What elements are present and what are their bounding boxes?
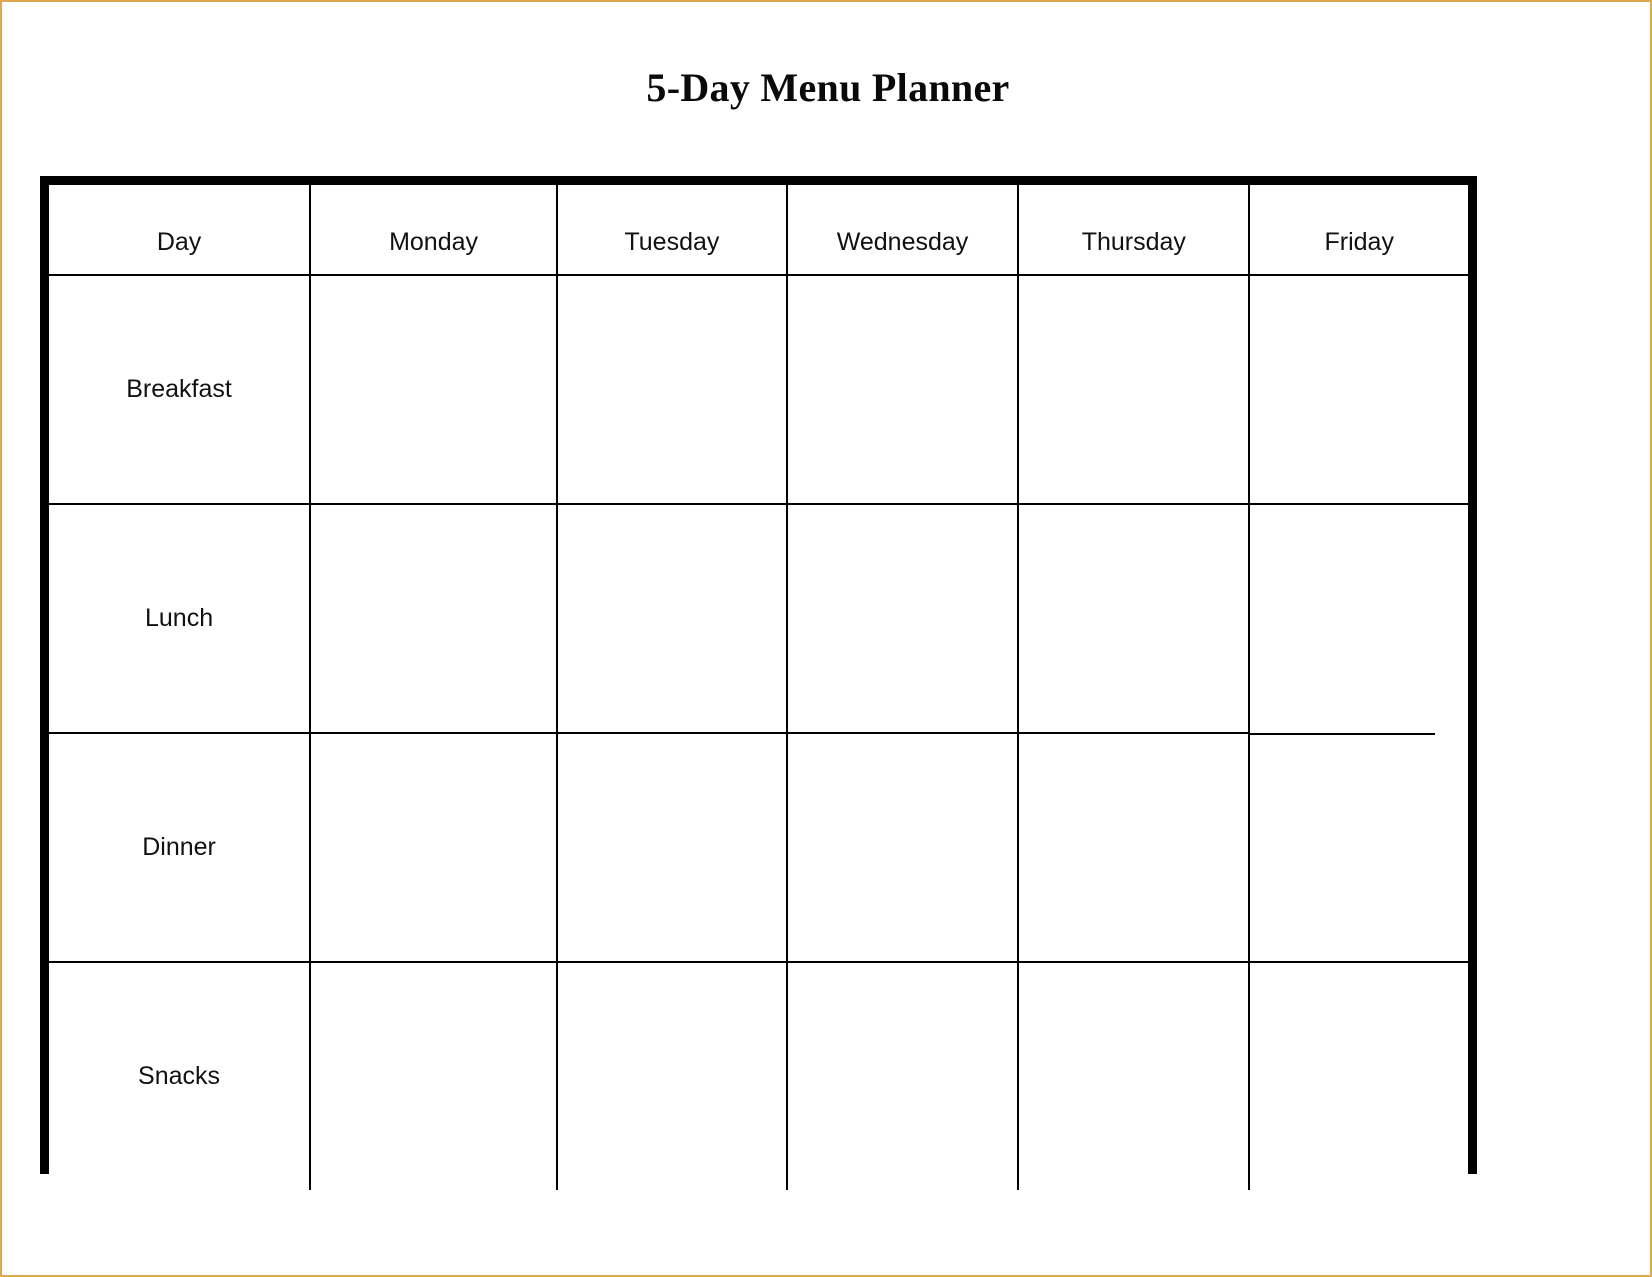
table-body: Breakfast Lunch Dinner Snacks xyxy=(49,275,1468,1190)
column-header-label: Day xyxy=(156,228,202,256)
column-header-label: Tuesday xyxy=(624,228,720,256)
menu-planner-table-container: Day Monday Tuesday Wednesday Thursday Fr… xyxy=(40,176,1477,1190)
cell-lunch-monday[interactable] xyxy=(310,504,558,734)
column-header-friday: Friday xyxy=(1249,185,1468,276)
cell-lunch-friday[interactable] xyxy=(1249,504,1468,734)
cell-dinner-thursday[interactable] xyxy=(1018,733,1251,963)
row-header-snacks: Snacks xyxy=(49,962,312,1190)
cell-dinner-friday[interactable] xyxy=(1249,733,1468,963)
row-label: Lunch xyxy=(144,604,214,632)
cell-breakfast-thursday[interactable] xyxy=(1018,275,1251,505)
column-header-label: Friday xyxy=(1324,228,1394,256)
menu-planner-table: Day Monday Tuesday Wednesday Thursday Fr… xyxy=(49,185,1468,1190)
cell-dinner-tuesday[interactable] xyxy=(556,733,788,963)
column-header-day: Day xyxy=(49,185,312,276)
column-header-tuesday: Tuesday xyxy=(556,185,788,276)
row-header-dinner: Dinner xyxy=(49,733,312,963)
header-row: Day Monday Tuesday Wednesday Thursday Fr… xyxy=(49,185,1468,276)
table-row: Snacks xyxy=(49,962,1468,1190)
cell-dinner-wednesday[interactable] xyxy=(786,733,1020,963)
column-header-monday: Monday xyxy=(310,185,558,276)
table-header: Day Monday Tuesday Wednesday Thursday Fr… xyxy=(49,185,1468,276)
cell-breakfast-wednesday[interactable] xyxy=(786,275,1020,505)
cell-snacks-tuesday[interactable] xyxy=(556,962,788,1190)
column-header-label: Wednesday xyxy=(836,228,969,256)
row-header-lunch: Lunch xyxy=(49,504,312,734)
cell-dinner-monday[interactable] xyxy=(310,733,558,963)
column-header-wednesday: Wednesday xyxy=(786,185,1020,276)
page-title: 5-Day Menu Planner xyxy=(646,65,1010,110)
table-row: Breakfast xyxy=(49,275,1468,505)
cell-snacks-thursday[interactable] xyxy=(1018,962,1251,1190)
row-label: Snacks xyxy=(138,1062,221,1090)
cell-breakfast-friday[interactable] xyxy=(1249,275,1468,505)
row-header-breakfast: Breakfast xyxy=(49,275,312,505)
cell-snacks-wednesday[interactable] xyxy=(786,962,1020,1190)
cell-lunch-thursday[interactable] xyxy=(1018,504,1251,734)
cell-breakfast-monday[interactable] xyxy=(310,275,558,505)
column-header-label: Thursday xyxy=(1081,228,1186,256)
table-row: Lunch xyxy=(49,504,1468,734)
cell-lunch-tuesday[interactable] xyxy=(556,504,788,734)
planner-page: 5-Day Menu Planner Day Monday Tuesday We… xyxy=(0,0,1652,1277)
table-row: Dinner xyxy=(49,733,1468,963)
cell-snacks-friday[interactable] xyxy=(1249,962,1468,1190)
cell-breakfast-tuesday[interactable] xyxy=(556,275,788,505)
cell-lunch-wednesday[interactable] xyxy=(786,504,1020,734)
cell-snacks-monday[interactable] xyxy=(310,962,558,1190)
column-header-thursday: Thursday xyxy=(1018,185,1251,276)
row-label: Dinner xyxy=(142,833,216,861)
column-header-label: Monday xyxy=(389,228,479,256)
row-label: Breakfast xyxy=(126,375,232,403)
